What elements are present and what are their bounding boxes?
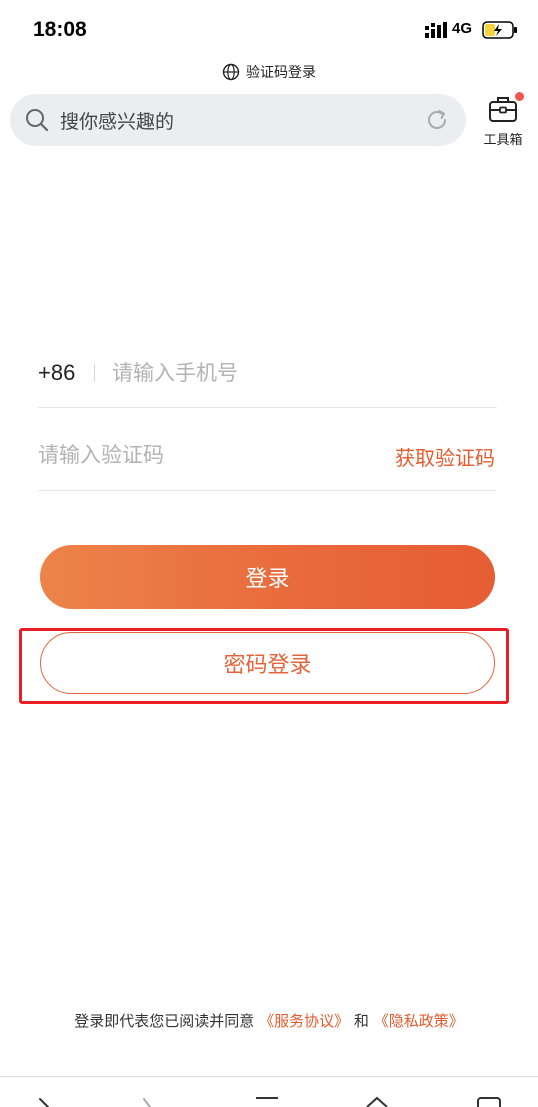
network-label: 4G (452, 20, 473, 37)
search-placeholder: 搜你感兴趣的 (60, 111, 175, 133)
status-time: 18:08 (33, 18, 87, 41)
toolbox-icon (489, 97, 517, 122)
bottom-nav (0, 1076, 538, 1107)
privacy-policy-link[interactable]: 《隐私政策》 (374, 1012, 464, 1030)
signal-icon (425, 22, 447, 38)
password-login-button[interactable]: 密码登录 (40, 632, 495, 694)
agreement-conjunction: 和 (353, 1012, 369, 1030)
back-icon[interactable] (32, 1095, 62, 1107)
home-icon[interactable] (362, 1095, 392, 1107)
toolbox-badge (515, 92, 524, 101)
battery-icon (482, 21, 517, 39)
service-agreement-link[interactable]: 《服务协议》 (259, 1012, 349, 1030)
search-bar[interactable]: 搜你感兴趣的 (10, 94, 466, 146)
page-mode-header: 验证码登录 (0, 62, 538, 82)
tabs-icon[interactable] (474, 1095, 504, 1107)
phone-input[interactable] (112, 358, 482, 388)
toolbox-button[interactable]: 工具箱 (478, 92, 528, 148)
toolbox-label: 工具箱 (483, 133, 523, 148)
search-icon (26, 109, 49, 132)
phone-row: +86 (38, 340, 497, 408)
country-code[interactable]: +86 (38, 360, 75, 386)
login-button[interactable]: 登录 (40, 545, 495, 609)
agreement-text: 登录即代表您已阅读并同意 《服务协议》 和 《隐私政策》 (0, 1010, 538, 1031)
forward-icon[interactable] (134, 1095, 164, 1107)
page-mode-label: 验证码登录 (246, 65, 316, 81)
menu-icon[interactable] (252, 1095, 282, 1107)
refresh-icon[interactable] (424, 107, 450, 133)
verification-code-row: 获取验证码 (38, 422, 497, 491)
agreement-prefix: 登录即代表您已阅读并同意 (74, 1012, 255, 1030)
globe-icon (222, 63, 240, 81)
verification-code-input[interactable] (38, 440, 338, 470)
get-code-button[interactable]: 获取验证码 (395, 442, 495, 471)
status-bar: 18:08 4G (0, 0, 538, 60)
country-code-divider (94, 364, 95, 382)
